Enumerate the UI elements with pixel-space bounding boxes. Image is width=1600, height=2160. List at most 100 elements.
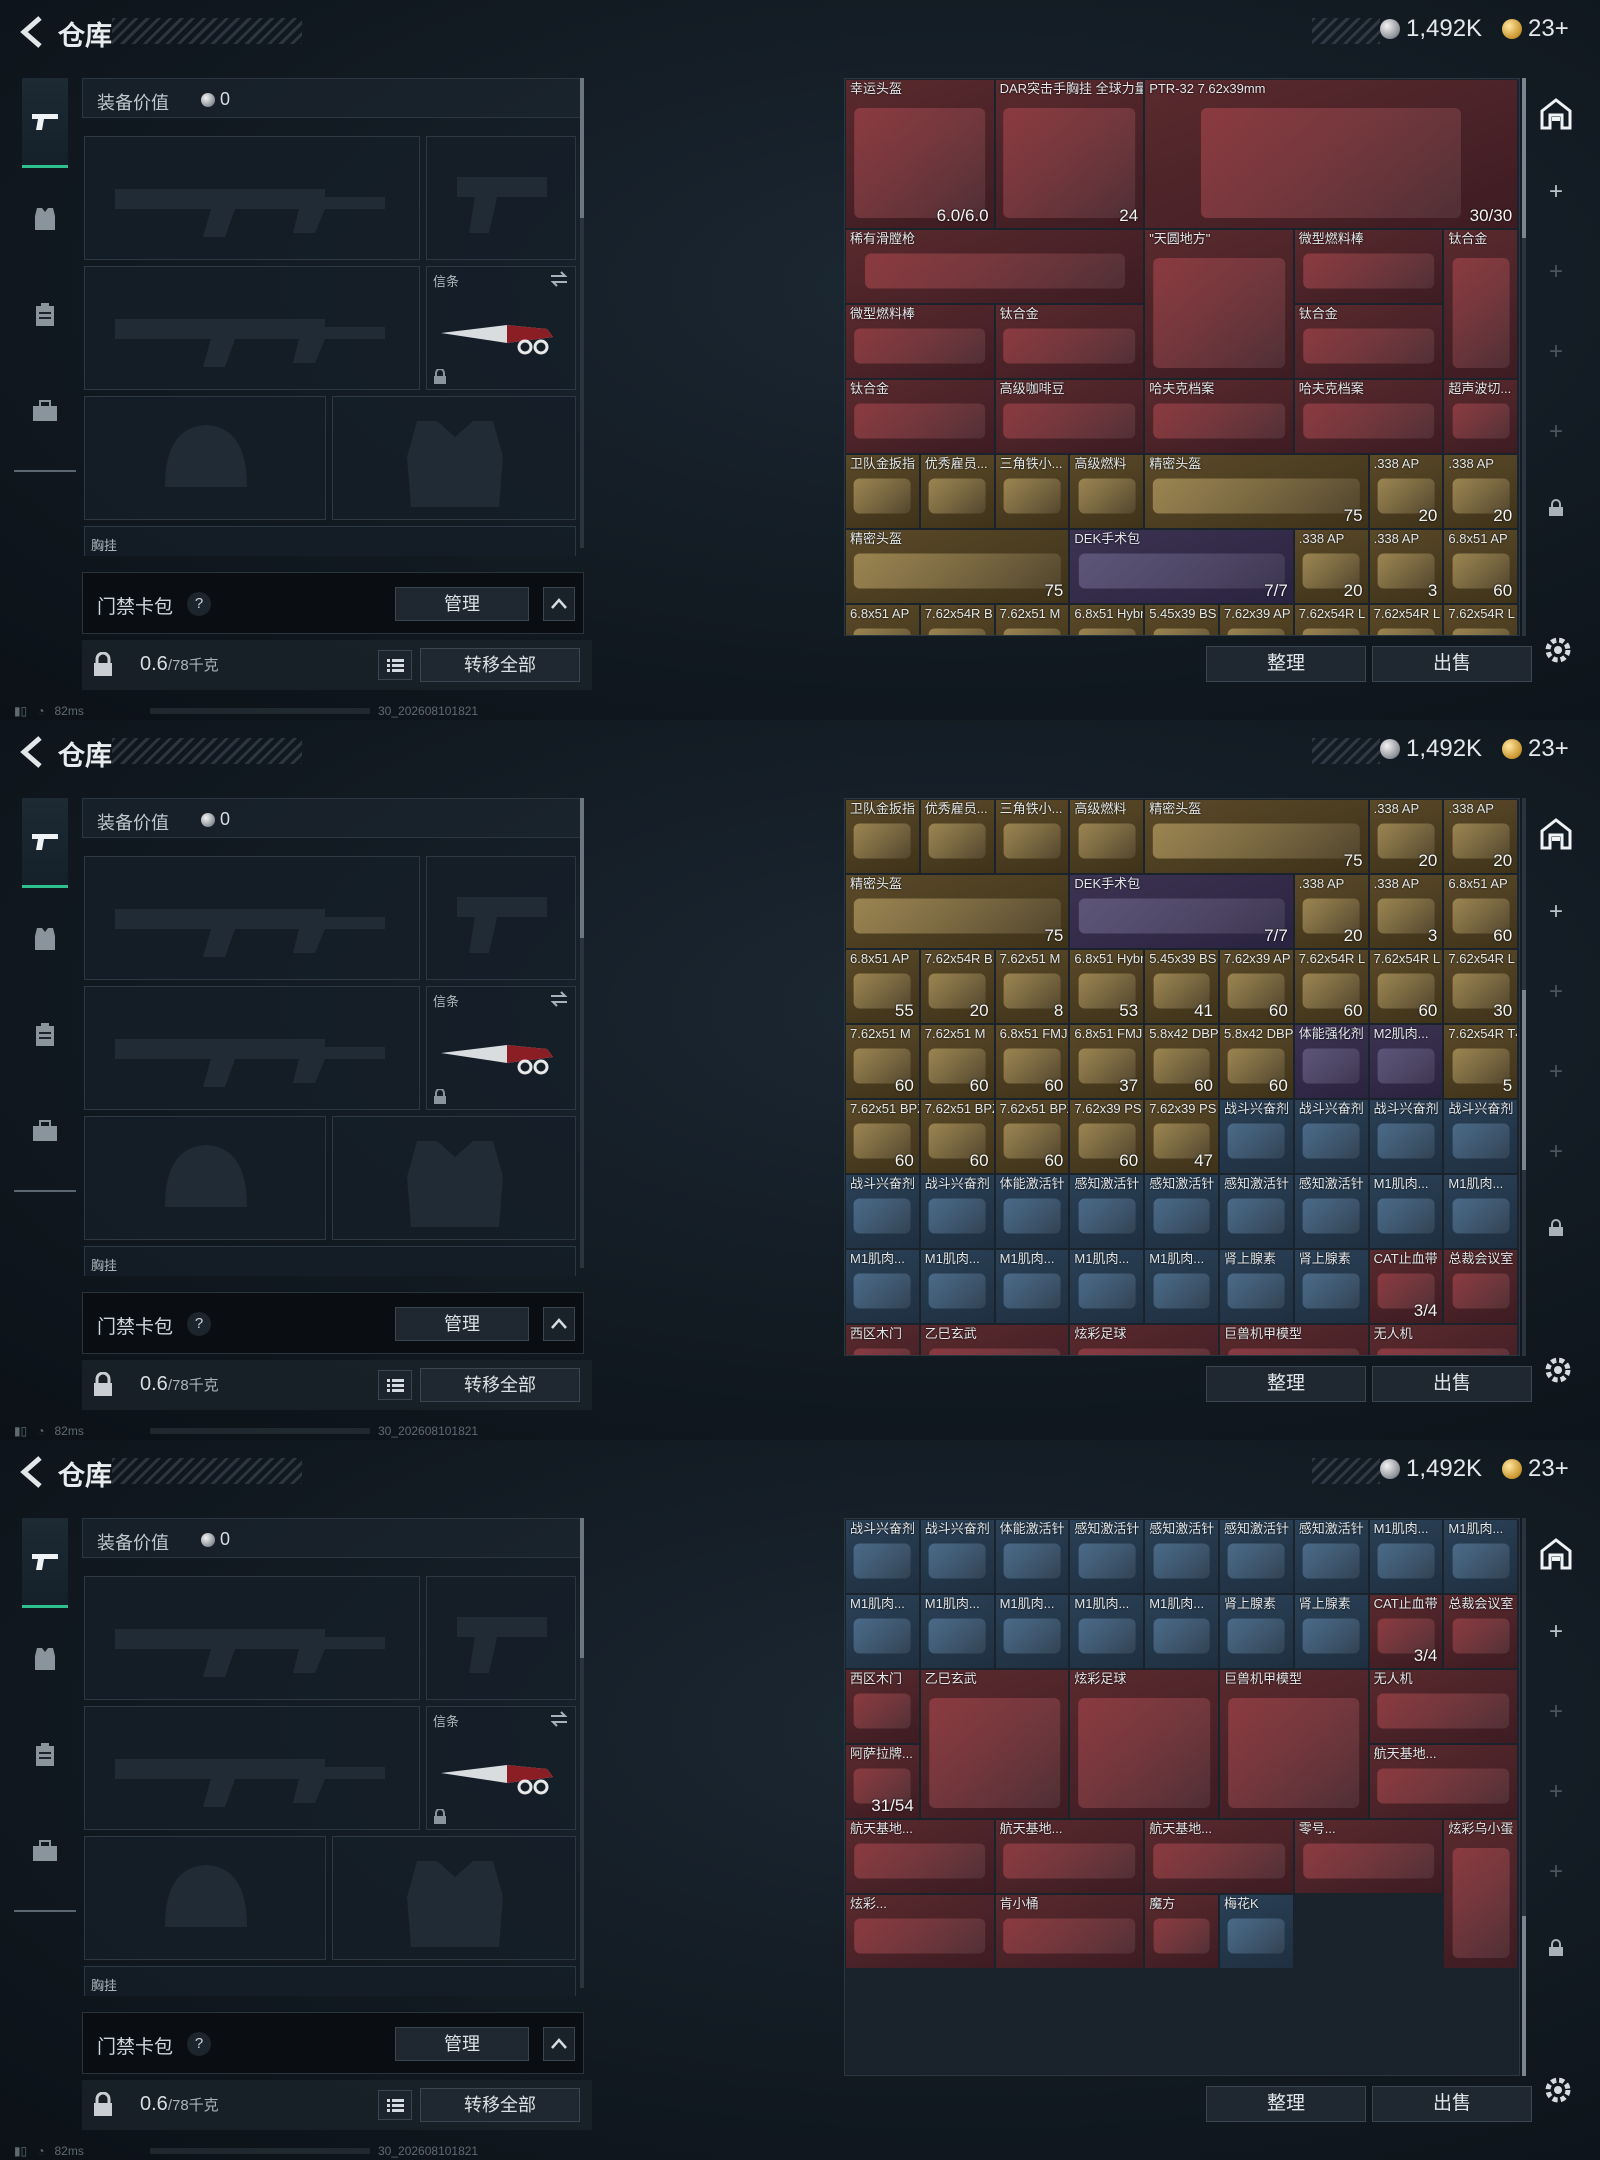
inventory-item[interactable]: 6.8x51 Hybrid 53 <box>1070 950 1144 1023</box>
inventory-item[interactable]: 炫彩足球 <box>1070 1325 1218 1355</box>
inventory-item[interactable]: .338 AP 20 <box>1369 800 1443 873</box>
gear-icon[interactable] <box>1540 2072 1576 2108</box>
inventory-item[interactable]: 7.62x54R L 60 <box>1294 950 1368 1023</box>
list-view-button[interactable] <box>378 650 412 680</box>
manage-button[interactable]: 管理 <box>395 587 529 621</box>
add-warehouse-tab[interactable]: + <box>1538 1614 1574 1650</box>
inventory-item[interactable]: M1肌肉... <box>1070 1595 1144 1668</box>
transfer-all-button[interactable]: 转移全部 <box>420 648 580 682</box>
inventory-item[interactable]: 总裁会议室 <box>1444 1595 1518 1668</box>
inventory-item[interactable]: 梅花K <box>1220 1895 1293 1968</box>
inventory-item[interactable]: 战斗兴奋剂 <box>920 1175 994 1248</box>
inventory-item[interactable]: 7.62x51 M 8 <box>995 950 1069 1023</box>
inventory-item[interactable]: 钛合金 <box>1444 230 1518 378</box>
inventory-item[interactable]: 高级燃料 <box>1070 455 1144 528</box>
inventory-item[interactable]: 肾上腺素 <box>1294 1595 1368 1668</box>
inventory-item[interactable]: 战斗兴奋剂 <box>846 1520 919 1593</box>
slot-armor[interactable] <box>332 1116 576 1240</box>
sell-button[interactable]: 出售 <box>1372 1366 1532 1402</box>
inventory-item[interactable]: 巨兽机甲模型 <box>1220 1670 1368 1818</box>
inventory-item[interactable]: 7.62x54R L <box>1294 605 1368 635</box>
inventory-item[interactable]: 6.8x51 AP 55 <box>846 950 919 1023</box>
list-view-button[interactable] <box>378 2090 412 2120</box>
sort-button[interactable]: 整理 <box>1206 646 1366 682</box>
inventory-item[interactable]: .338 AP 20 <box>1294 875 1368 948</box>
grid-scrollbar-thumb[interactable] <box>1522 78 1526 238</box>
inventory-item[interactable]: 7.62x51 BPZ 60 <box>920 1100 994 1173</box>
gear-icon[interactable] <box>1540 632 1576 668</box>
transfer-all-button[interactable]: 转移全部 <box>420 2088 580 2122</box>
inventory-item[interactable]: 三角铁小... <box>995 800 1069 873</box>
inventory-item[interactable]: 总裁会议室 <box>1444 1250 1518 1323</box>
tab-weapons[interactable] <box>22 78 68 168</box>
slot-primary-weapon-1[interactable] <box>84 856 420 980</box>
inventory-item[interactable]: 7.62x54R L <box>1444 605 1518 635</box>
slot-helmet[interactable] <box>84 1116 326 1240</box>
inventory-item[interactable]: 钛合金 <box>995 305 1144 378</box>
slot-pistol[interactable] <box>426 136 576 260</box>
inventory-item[interactable]: 6.8x51 FMJ 60 <box>995 1025 1069 1098</box>
tab-containers[interactable] <box>22 1806 68 1896</box>
inventory-item[interactable]: 7.62x51 M 60 <box>920 1025 994 1098</box>
inventory-item[interactable]: 7.62x51 BPZ 60 <box>846 1100 919 1173</box>
empty-tab-1[interactable]: + <box>1538 254 1574 290</box>
inventory-item[interactable]: CAT止血带 3/4 <box>1369 1250 1443 1323</box>
slot-primary-weapon-2[interactable] <box>84 266 420 390</box>
inventory-item[interactable]: 感知激活针 <box>1294 1175 1368 1248</box>
empty-tab-2[interactable]: + <box>1538 1054 1574 1090</box>
slot-primary-weapon-2[interactable] <box>84 1706 420 1830</box>
inventory-item[interactable]: 卫队金扳指 <box>846 800 919 873</box>
inventory-item[interactable]: 优秀雇员... <box>920 455 994 528</box>
inventory-item[interactable]: 战斗兴奋剂 <box>1369 1100 1443 1173</box>
inventory-item[interactable]: 优秀雇员... <box>920 800 994 873</box>
inventory-item[interactable]: 幸运头盔 6.0/6.0 <box>846 80 994 228</box>
inventory-item[interactable]: 超声波切... <box>1444 380 1518 453</box>
inventory-grid[interactable]: 战斗兴奋剂 战斗兴奋剂 体能激活针 感知激活针 感知激活针 感知激活针 感知激活针 M1肌肉.… <box>844 1518 1520 2076</box>
inventory-item[interactable]: 高级燃料 <box>1070 800 1144 873</box>
loadout-scrollbar-thumb[interactable] <box>580 798 584 938</box>
back-arrow-icon[interactable] <box>16 1454 46 1490</box>
inventory-item[interactable]: 无人机 <box>1369 1670 1518 1743</box>
inventory-item[interactable]: "天圆地方" <box>1145 230 1293 378</box>
inventory-item[interactable]: 感知激活针 <box>1070 1175 1144 1248</box>
inventory-item[interactable]: 精密头盔 75 <box>1145 800 1368 873</box>
inventory-grid[interactable]: 幸运头盔 6.0/6.0 DAR突击手胸挂 全球力量 24 PTR-32 7.62x39… <box>844 78 1520 636</box>
inventory-item[interactable]: 炫彩... <box>846 1895 994 1968</box>
inventory-item[interactable]: .338 AP 20 <box>1369 455 1443 528</box>
swap-icon[interactable] <box>549 1711 569 1727</box>
inventory-item[interactable]: 7.62x54R B 20 <box>920 950 994 1023</box>
inventory-item[interactable]: 感知激活针 <box>1145 1520 1218 1593</box>
inventory-item[interactable]: 无人机 <box>1369 1325 1518 1355</box>
collapse-button[interactable] <box>543 1307 575 1341</box>
collapse-button[interactable] <box>543 2027 575 2061</box>
swap-icon[interactable] <box>549 991 569 1007</box>
inventory-item[interactable]: 6.8x51 FMJ 37 <box>1070 1025 1144 1098</box>
inventory-item[interactable]: M1肌肉... <box>995 1595 1069 1668</box>
inventory-item[interactable]: .338 AP 20 <box>1444 455 1518 528</box>
inventory-item[interactable]: M1肌肉... <box>1145 1595 1218 1668</box>
tab-containers[interactable] <box>22 1086 68 1176</box>
warehouse-main-tab[interactable] <box>1538 816 1574 852</box>
inventory-item[interactable]: DEK手术包 7/7 <box>1070 530 1293 603</box>
inventory-item[interactable]: 体能强化剂 <box>1294 1025 1368 1098</box>
inventory-item[interactable]: M1肌肉... <box>1145 1250 1218 1323</box>
inventory-item[interactable]: 卫队金扳指 <box>846 455 919 528</box>
slot-armor[interactable] <box>332 1836 576 1960</box>
slot-melee[interactable]: 信条 <box>426 266 576 390</box>
inventory-item[interactable]: 感知激活针 <box>1220 1520 1293 1593</box>
inventory-item[interactable]: 感知激活针 <box>1220 1175 1293 1248</box>
inventory-item[interactable]: 7.62x54R L 30 <box>1444 950 1518 1023</box>
tab-medical[interactable] <box>22 1710 68 1800</box>
transfer-all-button[interactable]: 转移全部 <box>420 1368 580 1402</box>
inventory-item[interactable]: 航天基地... <box>1369 1745 1518 1818</box>
sort-button[interactable]: 整理 <box>1206 2086 1366 2122</box>
slot-pistol[interactable] <box>426 1576 576 1700</box>
inventory-item[interactable]: 肯小桶 <box>995 1895 1144 1968</box>
loadout-scrollbar-thumb[interactable] <box>580 1518 584 1658</box>
sell-button[interactable]: 出售 <box>1372 646 1532 682</box>
inventory-item[interactable]: 高级咖啡豆 <box>995 380 1144 453</box>
help-icon[interactable]: ? <box>187 592 211 616</box>
inventory-item[interactable]: 炫彩足球 <box>1070 1670 1218 1818</box>
inventory-item[interactable]: M1肌肉... <box>920 1595 994 1668</box>
inventory-item[interactable]: 战斗兴奋剂 <box>1444 1100 1518 1173</box>
